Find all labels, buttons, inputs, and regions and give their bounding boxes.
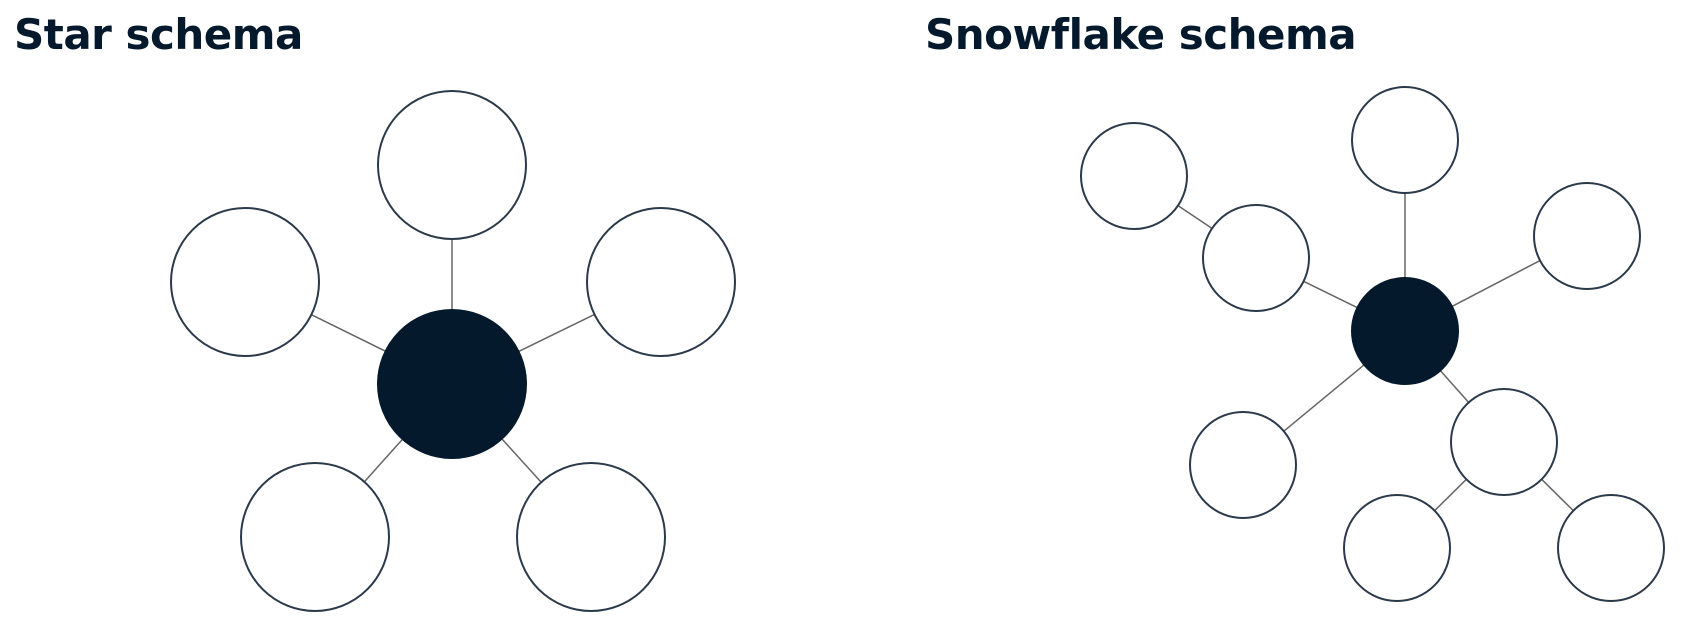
schema-diagrams — [170, 86, 1665, 612]
star-edge-fact-to-dim-left — [311, 314, 386, 352]
snowflake-dim-bottom-left-node — [1189, 411, 1297, 519]
snowflake-fact-table-node — [1351, 277, 1459, 385]
star-dim-bottom-right-node — [516, 462, 666, 612]
snowflake-edge-fact-to-dim-right — [1451, 259, 1541, 308]
snowflake-dim-top-node — [1351, 86, 1459, 194]
snowflake-dim-bottom-right-node — [1450, 388, 1558, 496]
snowflake-schema-diagram — [1080, 86, 1665, 602]
snowflake-edge-dim-bottom-right-to-dim-bottom-right-sub-right — [1541, 478, 1574, 512]
star-dim-right-node — [586, 207, 736, 357]
snowflake-edge-fact-to-dim-bottom-right — [1439, 370, 1470, 403]
snowflake-edge-fact-to-dim-bottom-left — [1283, 364, 1365, 432]
snowflake-edge-fact-to-dim-left — [1303, 280, 1358, 309]
snowflake-dim-right-node — [1533, 182, 1641, 290]
snowflake-edge-dim-bottom-right-to-dim-bottom-right-sub-left — [1434, 478, 1467, 512]
snowflake-dim-bottom-right-sub-right-node — [1557, 494, 1665, 602]
star-edge-fact-to-dim-bottom-right — [501, 438, 542, 483]
star-dim-left-node — [170, 207, 320, 357]
star-edge-fact-to-dim-right — [518, 313, 595, 353]
star-edge-fact-to-dim-bottom-left — [363, 438, 404, 483]
snowflake-dim-left-node — [1202, 204, 1310, 312]
star-fact-table-node — [377, 309, 527, 459]
star-dim-bottom-left-node — [240, 462, 390, 612]
snowflake-edge-dim-left-to-dim-left-sub — [1177, 204, 1213, 230]
snowflake-dim-bottom-right-sub-left-node — [1343, 494, 1451, 602]
snowflake-dim-left-sub-node — [1080, 122, 1188, 230]
star-schema-diagram — [170, 90, 736, 612]
star-dim-top-node — [377, 90, 527, 240]
